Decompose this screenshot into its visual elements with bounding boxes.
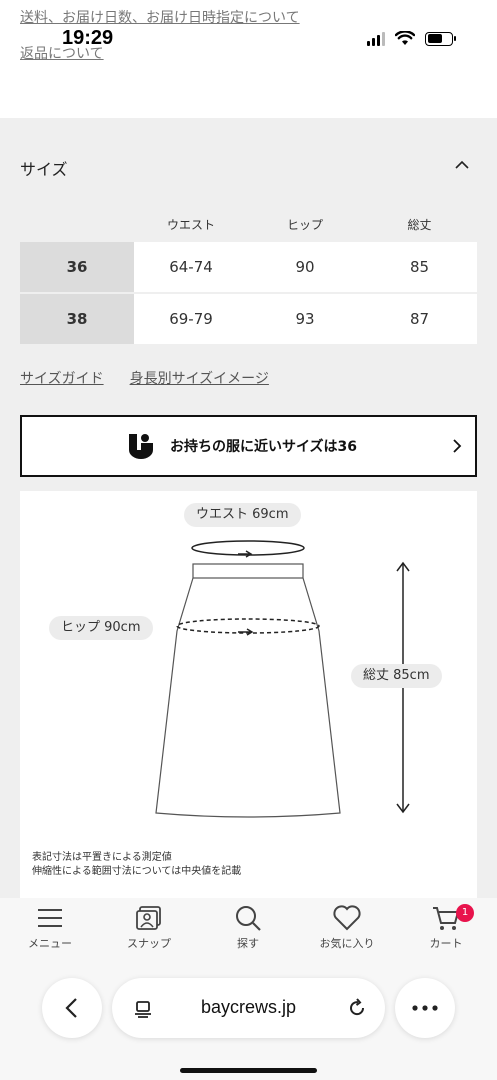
more-dots-icon [412, 1005, 438, 1011]
nav-favorite-label: お気に入り [319, 937, 375, 950]
search-icon [236, 906, 261, 931]
snap-icon [136, 906, 161, 930]
battery-icon [425, 31, 456, 46]
size-section-title: サイズ [20, 160, 68, 179]
back-button[interactable] [42, 978, 102, 1038]
size-panel: サイズ ウエスト ヒップ 総丈 36 64-74 90 85 38 69-79 … [0, 118, 497, 898]
nav-snap[interactable]: スナップ [109, 904, 189, 951]
length-cell: 87 [409, 310, 430, 328]
guide-links: サイズガイド 身長別サイズイメージ [20, 368, 269, 388]
nav-cart-label: カート [429, 937, 463, 950]
waist-measure-label: ウエスト 69cm [184, 503, 301, 527]
size-recommend-button[interactable]: お持ちの服に近いサイズは36 [20, 415, 477, 477]
nav-snap-label: スナップ [127, 937, 171, 950]
column-hip: ヒップ [286, 218, 323, 232]
hip-cell: 93 [295, 310, 315, 328]
reload-icon[interactable] [347, 998, 367, 1018]
bottom-bar: メニュー スナップ 探す お気に入り 1 カート baycrews.jp [0, 898, 497, 1080]
browser-toolbar: baycrews.jp [0, 978, 497, 1040]
more-options-button[interactable] [395, 978, 455, 1038]
length-measure-label: 総丈 85cm [351, 664, 442, 688]
address-bar[interactable]: baycrews.jp [112, 978, 385, 1038]
hamburger-menu-icon [38, 909, 62, 927]
status-icons [367, 31, 456, 46]
size-table: ウエスト ヒップ 総丈 36 64-74 90 85 38 69-79 93 8… [20, 210, 477, 344]
waist-cell: 69-79 [169, 310, 213, 328]
bottom-nav: メニュー スナップ 探す お気に入り 1 カート [0, 904, 497, 964]
wifi-icon [395, 31, 415, 45]
recommend-text: お持ちの服に近いサイズは36 [169, 439, 358, 455]
chevron-right-icon [453, 439, 462, 453]
table-row: 36 64-74 90 85 [20, 242, 477, 292]
unisize-logo-icon [129, 434, 153, 459]
column-waist: ウエスト [166, 218, 215, 232]
size-cell: 38 [20, 294, 134, 344]
diagram-note: 表記寸法は平置きによる測定値 [32, 852, 172, 863]
diagram-note: 伸縮性による範囲寸法については中央値を記載 [32, 866, 242, 877]
size-table-header: ウエスト ヒップ 総丈 [20, 210, 477, 240]
size-guide-link[interactable]: サイズガイド [20, 368, 104, 388]
url-text: baycrews.jp [200, 997, 297, 1017]
height-size-link[interactable]: 身長別サイズイメージ [130, 368, 269, 388]
size-cell: 36 [20, 242, 134, 292]
chevron-left-icon [65, 998, 77, 1018]
size-diagram: ウエスト 69cm ヒップ 90cm 総丈 85cm 表記寸法は平置きによる測定… [20, 491, 477, 898]
heart-icon [333, 905, 361, 931]
nav-cart[interactable]: 1 カート [406, 904, 486, 951]
chevron-up-icon[interactable] [455, 158, 469, 172]
hip-cell: 90 [295, 258, 315, 276]
column-length: 総丈 [407, 218, 432, 232]
cart-count-badge: 1 [456, 904, 474, 922]
nav-search[interactable]: 探す [208, 904, 288, 951]
skirt-illustration [155, 540, 410, 818]
length-cell: 85 [409, 258, 430, 276]
hip-measure-label: ヒップ 90cm [49, 616, 153, 640]
nav-favorite[interactable]: お気に入り [307, 904, 387, 951]
nav-search-label: 探す [237, 937, 259, 950]
cellular-signal-icon [367, 31, 385, 46]
table-row: 38 69-79 93 87 [20, 294, 477, 344]
nav-menu[interactable]: メニュー [10, 904, 90, 951]
nav-menu-label: メニュー [28, 937, 72, 950]
home-indicator [180, 1068, 317, 1073]
top-area: 送料、お届け日数、お届け日時指定について 返品について 19:29 [0, 0, 497, 118]
status-time: 19:29 [62, 27, 114, 49]
shipping-info-link[interactable]: 送料、お届け日数、お届け日時指定について [20, 7, 300, 27]
waist-cell: 64-74 [169, 258, 213, 276]
